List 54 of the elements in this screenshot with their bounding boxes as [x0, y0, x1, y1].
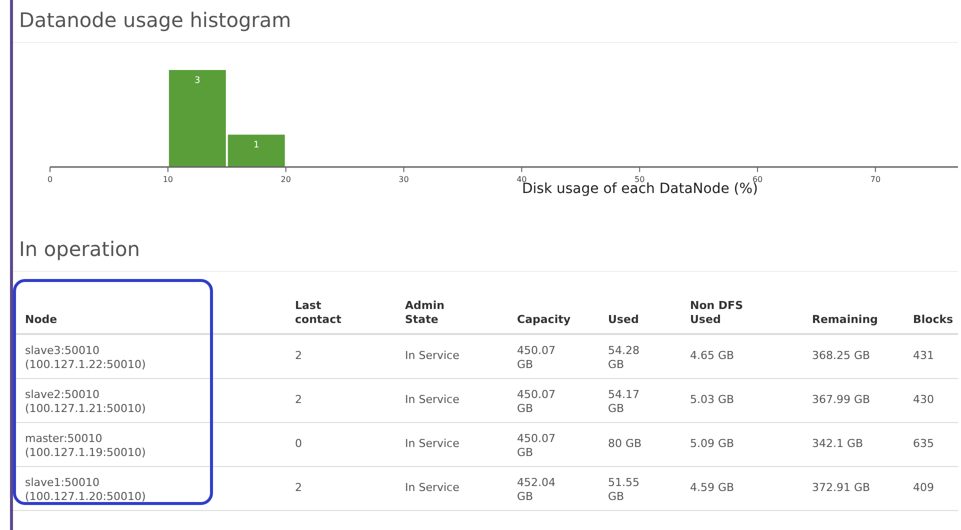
table-cell: 2 — [295, 393, 302, 407]
table-cell-text: 54.17 GB — [608, 388, 640, 416]
column-header: Node — [25, 313, 58, 327]
table-cell-text: 450.07 GB — [517, 432, 556, 460]
tick-label: 70 — [870, 175, 881, 184]
column-header: Remaining — [812, 313, 878, 327]
table-cell-text: 452.04 GB — [517, 476, 556, 504]
table-cell-text: slave2:50010 (100.127.1.21:50010) — [25, 388, 147, 416]
table-cell: 368.25 GB — [812, 349, 870, 363]
tick-label: 40 — [516, 175, 527, 184]
table-cell: In Service — [405, 437, 460, 451]
table-cell: 342.1 GB — [812, 437, 864, 451]
column-header: Capacity — [517, 313, 571, 327]
column-header: Last contact — [295, 299, 342, 327]
table-cell-text: 51.55 GB — [608, 476, 640, 504]
table-cell: In Service — [405, 481, 460, 495]
table-cell: 372.91 GB — [812, 481, 870, 495]
table-cell-text: 54.28 GB — [608, 344, 640, 372]
table-cell: 80 GB — [608, 437, 642, 451]
table-cell: 5.03 GB — [690, 393, 734, 407]
table-cell: 367.99 GB — [812, 393, 870, 407]
page-title: Datanode usage histogram — [18, 7, 292, 34]
table-cell: 5.09 GB — [690, 437, 734, 451]
table-cell-text: 450.07 GB — [517, 388, 556, 416]
table-cell: 2 — [295, 349, 302, 363]
tick-label: 0 — [47, 175, 53, 184]
section-title: In operation — [18, 236, 141, 263]
table-cell-text: slave3:50010 (100.127.1.22:50010) — [25, 344, 147, 372]
table-cell: 430 — [913, 393, 934, 407]
table-cell: In Service — [405, 349, 460, 363]
tick-label: 60 — [752, 175, 763, 184]
table-cell-text: slave1:50010 (100.127.1.20:50010) — [25, 476, 147, 504]
histogram-bar — [228, 134, 285, 167]
column-header: Used — [608, 313, 639, 327]
tick-label: 50 — [634, 175, 645, 184]
column-header: Non DFS Used — [690, 299, 744, 327]
table-cell: 409 — [913, 481, 934, 495]
axis-title: Disk usage of each DataNode (%) — [522, 181, 758, 197]
table-cell: 2 — [295, 481, 302, 495]
table-cell-text: master:50010 (100.127.1.19:50010) — [25, 432, 147, 460]
table-cell-text: 450.07 GB — [517, 344, 556, 372]
table-cell: 431 — [913, 349, 934, 363]
bar-label: 3 — [194, 76, 200, 86]
tick-label: 10 — [162, 175, 174, 184]
column-header: Admin State — [405, 299, 446, 327]
table-cell: 635 — [913, 437, 934, 451]
table-cell: 0 — [295, 437, 302, 451]
table-cell: In Service — [405, 393, 460, 407]
tick-label: 30 — [398, 175, 409, 184]
table-cell: 4.65 GB — [690, 349, 734, 363]
column-header: Blocks — [913, 313, 954, 327]
tick-label: 20 — [280, 175, 291, 184]
bar-label: 1 — [254, 140, 260, 151]
table-cell: 4.59 GB — [690, 481, 734, 495]
